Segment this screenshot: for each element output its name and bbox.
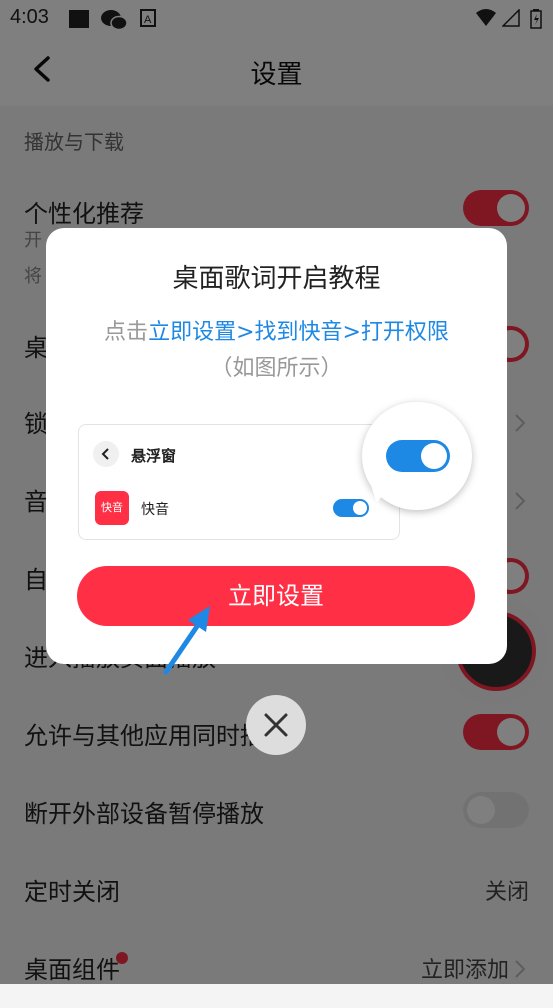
- toggle-knob: [353, 501, 367, 515]
- toggle-knob: [421, 443, 447, 469]
- dialog-description: 点击立即设置>找到快音>打开权限: [46, 314, 507, 346]
- kuaiyin-app-icon: 快音: [95, 491, 129, 525]
- pointer-arrow-icon: [163, 606, 210, 675]
- zoom-bubble: [362, 402, 472, 510]
- dialog-note: （如图所示）: [210, 356, 343, 381]
- close-icon: [264, 713, 288, 737]
- preview-app-name: 快音: [141, 502, 169, 518]
- desktop-lyrics-tutorial-dialog: 桌面歌词开启教程 点击立即设置>找到快音>打开权限 （如图所示） 悬浮窗 快音 …: [46, 228, 507, 664]
- preview-back-button: [93, 441, 119, 467]
- zoomed-toggle: [386, 440, 450, 472]
- preview-title: 悬浮窗: [131, 447, 177, 465]
- chevron-left-icon: [101, 448, 109, 460]
- permission-preview-image: 悬浮窗 快音 快音: [78, 424, 400, 540]
- dialog-title: 桌面歌词开启教程: [172, 264, 381, 294]
- close-dialog-button[interactable]: [246, 695, 306, 755]
- description-prefix: 点击: [104, 320, 149, 345]
- description-steps: 立即设置>找到快音>打开权限: [148, 320, 449, 345]
- preview-toggle: [333, 499, 369, 517]
- set-now-button[interactable]: 立即设置: [77, 566, 475, 626]
